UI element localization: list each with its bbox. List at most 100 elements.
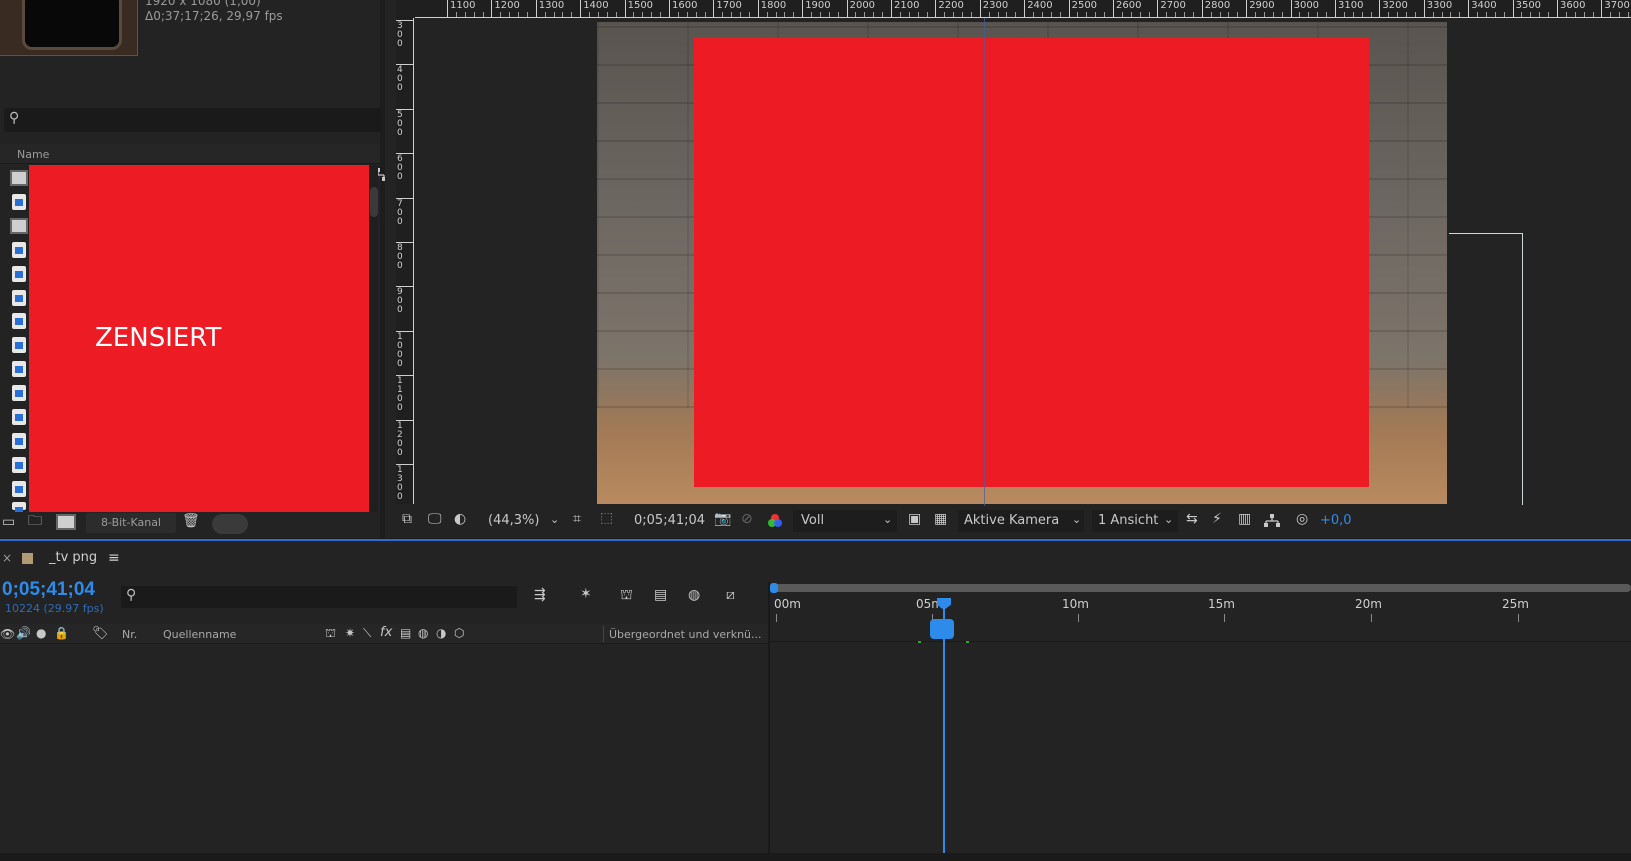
shy-switch-icon[interactable]: ⛫ bbox=[325, 627, 336, 639]
ruler-minor-tick bbox=[1539, 12, 1541, 17]
project-scrollbar[interactable] bbox=[370, 165, 378, 512]
interpret-footage-icon[interactable]: ▭ bbox=[2, 515, 15, 529]
3d-layer-icon[interactable]: ⬡ bbox=[454, 627, 464, 639]
ruler-minor-tick bbox=[793, 12, 795, 17]
ruler-tick bbox=[396, 197, 413, 199]
audio-file-icon[interactable] bbox=[12, 266, 26, 282]
toggle-pixel-aspect-icon[interactable]: ⇆ bbox=[1186, 512, 1198, 526]
collapse-icon[interactable]: ✷ bbox=[345, 627, 355, 639]
layer-list[interactable] bbox=[0, 645, 768, 861]
transparency-grid-icon[interactable]: ▦ bbox=[934, 512, 947, 526]
column-source-name[interactable]: Quellenname bbox=[163, 628, 236, 641]
show-snapshot-icon[interactable]: ⊘ bbox=[741, 512, 753, 526]
close-icon[interactable]: × bbox=[2, 551, 12, 565]
eye-icon[interactable]: 👁 bbox=[0, 628, 15, 640]
audio-icon[interactable]: 🔊 bbox=[16, 627, 31, 639]
monitor-icon[interactable]: 🖵 bbox=[428, 512, 442, 526]
ruler-tick bbox=[1512, 0, 1514, 17]
panel-menu-icon[interactable]: ≡ bbox=[108, 550, 120, 566]
chevron-down-icon: ⌄ bbox=[1072, 513, 1082, 526]
video-file-icon[interactable] bbox=[12, 481, 26, 497]
video-file-icon[interactable] bbox=[12, 313, 26, 329]
ruler-minor-tick bbox=[1485, 12, 1487, 17]
video-file-icon[interactable] bbox=[12, 385, 26, 401]
time-navigator[interactable] bbox=[772, 584, 1631, 592]
column-parent[interactable]: Übergeordnet und verknü... bbox=[609, 628, 762, 641]
video-file-icon[interactable] bbox=[12, 457, 26, 473]
toggle-switch[interactable] bbox=[212, 514, 248, 534]
ruler-minor-tick bbox=[1210, 12, 1212, 17]
camera-snapshot-icon[interactable]: 📷 bbox=[714, 512, 731, 526]
trash-icon[interactable]: 🗑 bbox=[182, 514, 200, 528]
motion-blur-icon[interactable]: ◍ bbox=[688, 588, 700, 602]
timeline-search-input[interactable]: ⚲ bbox=[121, 586, 517, 608]
video-file-icon[interactable] bbox=[12, 409, 26, 425]
color-channels-icon[interactable] bbox=[767, 513, 783, 529]
new-folder-icon[interactable]: 🗀 bbox=[28, 514, 42, 528]
composition-icon[interactable] bbox=[10, 218, 28, 234]
ruler-tick bbox=[891, 0, 892, 17]
ruler-minor-tick bbox=[1628, 12, 1630, 17]
row-separator bbox=[770, 641, 1631, 642]
lock-icon[interactable]: 🔒 bbox=[54, 627, 69, 639]
mask-icon[interactable]: ◐ bbox=[454, 512, 466, 526]
ruler-tick bbox=[535, 0, 537, 17]
solo-icon[interactable]: ● bbox=[36, 627, 46, 639]
composition-icon[interactable] bbox=[10, 170, 28, 186]
column-name[interactable]: Name bbox=[17, 148, 49, 161]
motion-blur-switch-icon[interactable]: ◍ bbox=[418, 627, 428, 639]
always-preview-icon[interactable]: ⧉ bbox=[402, 512, 412, 526]
ruler-minor-tick bbox=[1219, 12, 1221, 17]
zoom-dropdown[interactable]: (44,3%) bbox=[488, 513, 539, 528]
video-file-icon[interactable] bbox=[12, 242, 26, 258]
video-file-icon[interactable] bbox=[12, 502, 26, 514]
bit-depth-button[interactable]: 8-Bit-Kanal bbox=[86, 513, 176, 533]
time-graph[interactable] bbox=[770, 582, 1631, 861]
new-composition-icon[interactable] bbox=[56, 514, 76, 530]
quality-icon[interactable]: ⟍ bbox=[363, 627, 371, 639]
effects-fx-icon[interactable]: fx bbox=[380, 626, 392, 639]
camera-value: Aktive Kamera bbox=[964, 513, 1060, 528]
reset-exposure-icon[interactable]: ◎ bbox=[1296, 512, 1308, 526]
ruler-minor-tick bbox=[1370, 12, 1372, 17]
ruler-minor-tick bbox=[464, 12, 466, 17]
ruler-minor-tick bbox=[686, 12, 688, 17]
time-navigator-start-handle[interactable] bbox=[770, 583, 778, 593]
current-time-display[interactable]: 0;05;41;04 bbox=[2, 579, 95, 601]
layer-duration-bar[interactable] bbox=[930, 619, 954, 639]
time-ruler-label: 20m bbox=[1355, 597, 1382, 611]
ruler-label: 3700 bbox=[1604, 0, 1630, 11]
region-of-interest-icon[interactable]: ⬚ bbox=[600, 511, 613, 525]
comp-mini-flowchart-icon[interactable]: ⇶ bbox=[534, 588, 546, 602]
ruler-minor-tick bbox=[1104, 12, 1106, 17]
viewer-timecode[interactable]: 0;05;41;04 bbox=[634, 513, 705, 528]
ruler-label: 2700 bbox=[1160, 0, 1186, 11]
label-tag-icon[interactable]: 🏷 bbox=[92, 627, 109, 640]
column-nr[interactable]: Nr. bbox=[122, 628, 137, 641]
draft-3d-icon[interactable]: ✶ bbox=[580, 587, 592, 601]
ruler-label: 3200 bbox=[1382, 0, 1408, 11]
video-file-icon[interactable] bbox=[12, 337, 26, 353]
playhead-line[interactable] bbox=[943, 598, 945, 861]
video-file-icon[interactable] bbox=[12, 433, 26, 449]
tab-composition[interactable]: _tv png bbox=[49, 550, 97, 565]
project-search-input[interactable]: ⚲ bbox=[4, 108, 382, 132]
ruler-minor-tick bbox=[784, 12, 786, 17]
frame-blending-icon[interactable]: ▤ bbox=[654, 588, 667, 602]
fast-preview-bolt-icon[interactable]: ⚡ bbox=[1212, 512, 1222, 526]
video-file-icon[interactable] bbox=[12, 361, 26, 377]
fast-previews-icon[interactable]: ▣ bbox=[908, 512, 921, 526]
frame-blend-switch-icon[interactable]: ▤ bbox=[400, 627, 411, 639]
ruler-minor-tick bbox=[748, 12, 750, 17]
grid-guide-icon[interactable]: ⌗ bbox=[573, 512, 581, 526]
exposure-value[interactable]: +0,0 bbox=[1320, 513, 1352, 528]
flowchart-icon[interactable] bbox=[1264, 514, 1280, 528]
graph-editor-icon[interactable]: ⧄ bbox=[726, 588, 735, 602]
adjustment-layer-icon[interactable]: ◑ bbox=[436, 627, 446, 639]
image-file-icon[interactable] bbox=[12, 194, 26, 210]
shy-layers-icon[interactable]: ⛫ bbox=[620, 588, 633, 602]
video-file-icon[interactable] bbox=[12, 290, 26, 306]
timeline-icon[interactable]: ▥ bbox=[1238, 512, 1251, 526]
ruler-tick bbox=[1601, 0, 1603, 17]
ruler-minor-tick bbox=[526, 12, 528, 17]
